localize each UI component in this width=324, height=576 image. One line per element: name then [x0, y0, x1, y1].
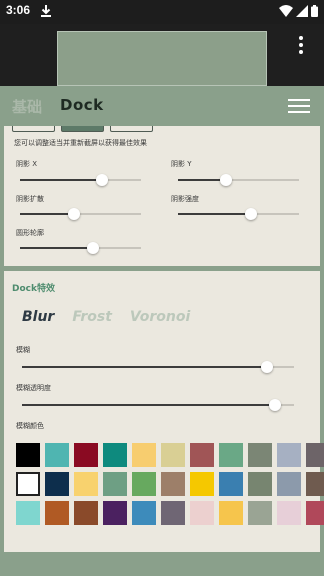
blur-slider[interactable] — [22, 361, 294, 373]
color-swatch[interactable] — [277, 472, 301, 496]
outline-slider[interactable] — [20, 242, 141, 254]
status-bar: 3:06 — [0, 0, 324, 24]
effect-voronoi[interactable]: Voronoi — [130, 309, 190, 325]
shadow-settings-card: 您可以调整适当并重新截屏以获得最佳效果 阴影 X 阴影 Y 阴影扩散 阴影强度 … — [4, 126, 320, 266]
color-swatch[interactable] — [277, 501, 301, 525]
color-swatch[interactable] — [161, 443, 185, 467]
slider-knob[interactable] — [260, 361, 273, 373]
color-swatch[interactable] — [132, 472, 156, 496]
effect-frost[interactable]: Frost — [72, 309, 112, 325]
color-swatch[interactable] — [103, 472, 127, 496]
slider-label: 阴影 Y — [171, 160, 192, 168]
slider-knob[interactable] — [96, 174, 109, 186]
tab-basic[interactable]: 基础 — [12, 96, 42, 117]
color-swatch[interactable] — [306, 472, 324, 496]
blur-label: 模糊 — [16, 346, 30, 354]
color-swatch[interactable] — [219, 501, 243, 525]
color-swatch[interactable] — [161, 501, 185, 525]
blur-opacity-label: 模糊透明度 — [16, 384, 51, 392]
color-swatch[interactable] — [103, 443, 127, 467]
blur-color-label: 模糊颜色 — [16, 422, 44, 430]
segment-option[interactable] — [12, 126, 55, 132]
slider-knob[interactable] — [268, 399, 281, 411]
slider-knob[interactable] — [220, 174, 233, 186]
header: 基础 Dock — [0, 86, 324, 126]
battery-icon — [311, 5, 318, 17]
slider-label: 阴影 X — [16, 160, 38, 168]
download-icon — [41, 5, 51, 17]
color-swatch[interactable] — [45, 443, 69, 467]
color-swatch[interactable] — [74, 443, 98, 467]
swatch-row — [16, 472, 324, 496]
slider-knob[interactable] — [68, 208, 81, 220]
slider-label: 阴影强度 — [171, 195, 199, 203]
segment-option-selected[interactable] — [61, 126, 104, 132]
color-swatch[interactable] — [306, 501, 324, 525]
color-swatch[interactable] — [277, 443, 301, 467]
swatch-row — [16, 501, 324, 525]
shadow-spread-slider[interactable] — [20, 208, 141, 220]
color-swatch[interactable] — [45, 501, 69, 525]
shadow-y-slider[interactable] — [178, 174, 299, 186]
swatch-row — [16, 443, 324, 467]
color-swatch[interactable] — [190, 443, 214, 467]
color-swatch[interactable] — [132, 443, 156, 467]
segment-option[interactable] — [110, 126, 153, 132]
color-swatch[interactable] — [248, 443, 272, 467]
color-palette — [16, 443, 324, 530]
blur-opacity-slider[interactable] — [22, 399, 294, 411]
color-swatch[interactable] — [190, 501, 214, 525]
shadow-x-slider[interactable] — [20, 174, 141, 186]
slider-label: 阴影扩散 — [16, 195, 44, 203]
effect-selector: Blur Frost Voronoi — [22, 309, 190, 325]
color-swatch[interactable] — [45, 472, 69, 496]
hamburger-menu-icon[interactable] — [288, 99, 310, 113]
more-options-icon[interactable] — [294, 36, 308, 56]
signal-icon — [296, 5, 308, 17]
color-swatch[interactable] — [219, 443, 243, 467]
hint-text: 您可以调整适当并重新截屏以获得最佳效果 — [14, 139, 147, 147]
wifi-icon — [279, 5, 293, 17]
color-swatch[interactable] — [190, 472, 214, 496]
slider-knob[interactable] — [244, 208, 257, 220]
dock-effects-card: Dock特效 Blur Frost Voronoi 模糊 模糊透明度 模糊颜色 — [4, 271, 324, 552]
bottom-strip — [0, 552, 324, 576]
status-time: 3:06 — [6, 3, 31, 17]
dock-preview — [57, 31, 267, 86]
color-swatch[interactable] — [103, 501, 127, 525]
shadow-strength-slider[interactable] — [178, 208, 299, 220]
color-swatch[interactable] — [132, 501, 156, 525]
slider-label: 圆形轮廓 — [16, 229, 44, 237]
section-title: Dock特效 — [12, 284, 55, 294]
color-swatch[interactable] — [219, 472, 243, 496]
color-swatch[interactable] — [306, 443, 324, 467]
color-swatch[interactable] — [161, 472, 185, 496]
color-swatch[interactable] — [74, 472, 98, 496]
color-swatch[interactable] — [248, 472, 272, 496]
color-swatch[interactable] — [248, 501, 272, 525]
color-swatch-selected[interactable] — [16, 472, 40, 496]
tab-dock[interactable]: Dock — [60, 96, 104, 114]
color-swatch[interactable] — [74, 501, 98, 525]
effect-blur[interactable]: Blur — [22, 309, 54, 325]
color-swatch[interactable] — [16, 443, 40, 467]
color-swatch[interactable] — [16, 501, 40, 525]
slider-knob[interactable] — [86, 242, 99, 254]
